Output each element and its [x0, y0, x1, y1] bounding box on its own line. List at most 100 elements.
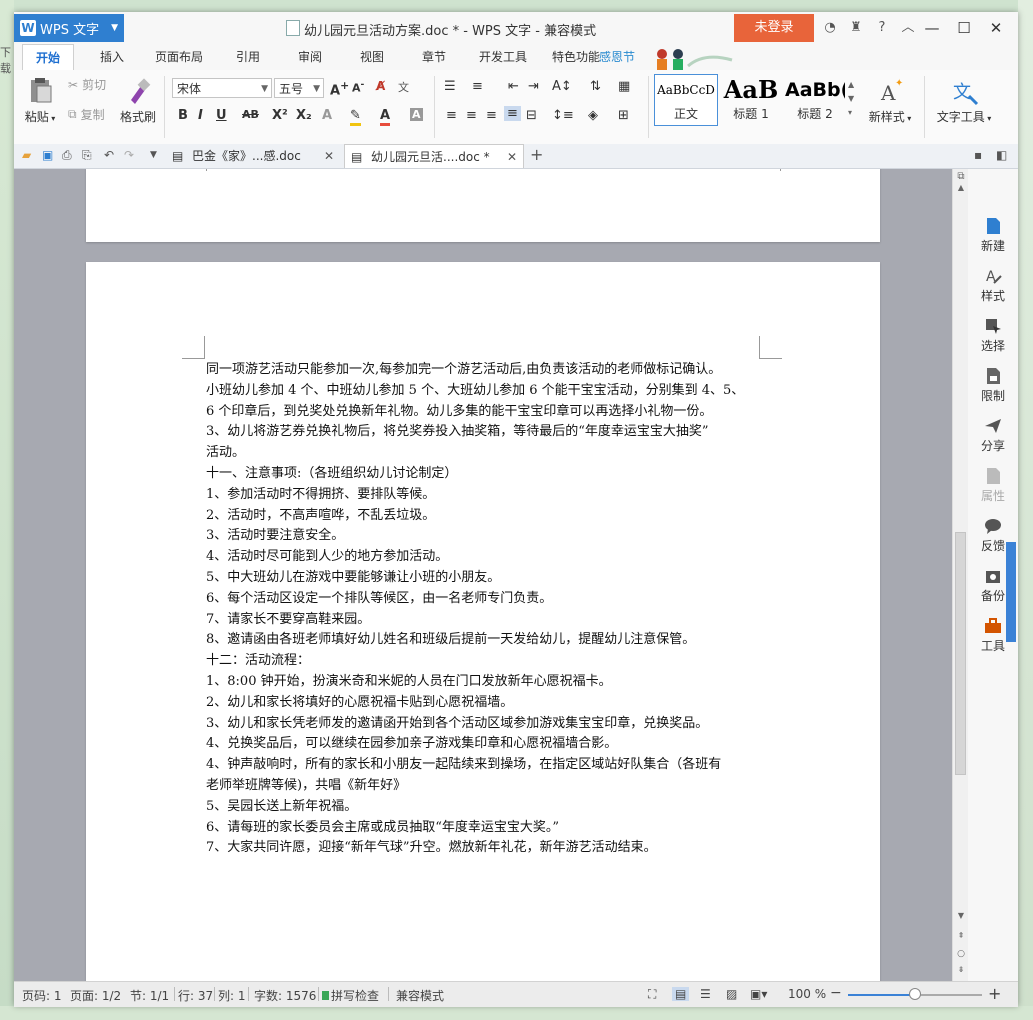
style-heading1[interactable]: AaB 标题 1: [720, 74, 782, 126]
status-pages[interactable]: 页面: 1/2: [70, 987, 121, 1004]
task-pane-collapse-handle[interactable]: [1006, 542, 1016, 642]
close-icon[interactable]: ✕: [507, 145, 517, 169]
document-page[interactable]: 同一项游艺活动只能参加一次,每参加完一个游艺活动后,由负责该活动的老师做标记确认…: [86, 262, 880, 981]
tab-view[interactable]: 视图: [352, 44, 392, 70]
fullscreen-icon[interactable]: ⛶: [648, 987, 656, 1002]
decrease-indent-icon[interactable]: ⇤: [508, 79, 519, 94]
char-shading-icon[interactable]: A: [410, 108, 423, 121]
tab-chapter[interactable]: 章节: [414, 44, 454, 70]
status-words[interactable]: 字数: 1576: [254, 987, 316, 1004]
minimize-icon[interactable]: —: [916, 16, 948, 40]
task-share[interactable]: 分享: [968, 417, 1018, 454]
font-size-select[interactable]: 五号 ▼: [274, 78, 324, 98]
undo-icon[interactable]: ↶: [104, 148, 114, 162]
document-line[interactable]: 活动。: [206, 443, 766, 464]
increase-indent-icon[interactable]: ⇥: [528, 79, 539, 94]
underline-icon[interactable]: U: [216, 108, 227, 123]
cut-button[interactable]: ✂ 剪切: [68, 76, 106, 93]
superscript-icon[interactable]: X²: [272, 108, 288, 123]
app-menu-button[interactable]: W WPS 文字 ▼: [14, 14, 124, 42]
close-icon[interactable]: ✕: [980, 16, 1012, 40]
text-effect-icon[interactable]: A: [322, 108, 332, 123]
document-line[interactable]: 5、吴园长送上新年祝福。: [206, 797, 766, 818]
maximize-icon[interactable]: ☐: [948, 16, 980, 40]
task-select[interactable]: 选择: [968, 317, 1018, 354]
tab-developer[interactable]: 开发工具: [474, 44, 532, 70]
reading-view-icon[interactable]: ▣▾: [750, 987, 767, 1001]
scroll-up-icon[interactable]: ▲: [953, 183, 969, 192]
tab-home[interactable]: 开始: [22, 44, 74, 73]
open-icon[interactable]: ▰: [22, 148, 31, 162]
sort-icon[interactable]: ⇅: [590, 79, 601, 94]
page-view-icon[interactable]: ▤: [672, 987, 690, 1001]
redo-icon[interactable]: ↷: [124, 148, 134, 162]
browse-object-icon[interactable]: ○: [953, 949, 969, 959]
skin-icon[interactable]: ◔: [820, 18, 840, 38]
vertical-scrollbar[interactable]: ⧉ ▲ ▼ ⇞ ○ ⇟: [952, 169, 969, 981]
italic-icon[interactable]: I: [198, 108, 203, 123]
web-view-icon[interactable]: ▨: [726, 987, 737, 1001]
scroll-down-icon[interactable]: ▼: [953, 911, 969, 920]
document-line[interactable]: 1、8:00 钟开始，扮演米奇和米妮的人员在门口发放新年心愿祝福卡。: [206, 672, 766, 693]
document-line[interactable]: 6 个印章后，到兑奖处兑换新年礼物。幼儿多集的能干宝宝印章可以再选择小礼物一份。: [206, 402, 766, 423]
close-icon[interactable]: ✕: [324, 144, 334, 168]
bold-icon[interactable]: B: [178, 108, 188, 123]
style-heading2[interactable]: AaBb( 标题 2: [784, 74, 846, 126]
paste-button[interactable]: 粘贴 ▾: [20, 76, 60, 125]
document-line[interactable]: 3、幼儿和家长凭老师发的邀请函开始到各个活动区域参加游戏集宝宝印章，兑换奖品。: [206, 714, 766, 735]
new-style-button[interactable]: A ✦ 新样式 ▾: [862, 76, 918, 125]
tab-references[interactable]: 引用: [228, 44, 268, 70]
style-normal[interactable]: AaBbCcD 正文: [654, 74, 718, 126]
shrink-font-icon[interactable]: A-: [352, 79, 364, 95]
document-line[interactable]: 同一项游艺活动只能参加一次,每参加完一个游艺活动后,由负责该活动的老师做标记确认…: [206, 360, 766, 381]
line-spacing-icon[interactable]: ↕≡: [552, 108, 574, 123]
document-line[interactable]: 2、幼儿和家长将填好的心愿祝福卡贴到心愿祝福墙。: [206, 693, 766, 714]
clear-format-icon[interactable]: A̸: [376, 79, 385, 93]
outline-view-icon[interactable]: ☰: [700, 987, 711, 1001]
spell-check-toggle[interactable]: 拼写检查: [322, 987, 379, 1004]
highlight-icon[interactable]: ✎: [350, 108, 361, 126]
document-line[interactable]: 4、兑换奖品后，可以继续在园参加亲子游戏集印章和心愿祝福墙合影。: [206, 734, 766, 755]
zoom-out-icon[interactable]: −: [830, 985, 842, 1001]
borders-icon[interactable]: ⊞: [618, 108, 629, 123]
prev-page-icon[interactable]: ⇞: [953, 931, 969, 940]
document-line[interactable]: 7、请家长不要穿高鞋来园。: [206, 610, 766, 631]
document-line[interactable]: 6、每个活动区设定一个排队等候区，由一名老师专门负责。: [206, 589, 766, 610]
zoom-value[interactable]: 100 %: [788, 987, 826, 1001]
phonetic-icon[interactable]: 文: [398, 79, 409, 95]
document-line[interactable]: 十二：活动流程：: [206, 651, 766, 672]
print-icon[interactable]: ⎙: [62, 148, 72, 163]
subscript-icon[interactable]: X₂: [296, 108, 312, 123]
document-line[interactable]: 7、大家共同许愿，迎接“新年气球”升空。燃放新年礼花，新年游艺活动结束。: [206, 838, 766, 859]
document-line[interactable]: 3、幼儿将游艺券兑换礼物后，将兑奖券投入抽奖箱，等待最后的“年度幸运宝宝大抽奖”: [206, 422, 766, 443]
document-line[interactable]: 3、活动时要注意安全。: [206, 526, 766, 547]
zoom-slider-knob[interactable]: [909, 988, 921, 1000]
document-line[interactable]: 1、参加活动时不得拥挤、要排队等候。: [206, 485, 766, 506]
shirt-icon[interactable]: ♜: [846, 18, 866, 38]
document-line[interactable]: 4、钟声敲响时，所有的家长和小朋友一起陆续来到操场，在指定区域站好队集合（各班有: [206, 755, 766, 776]
strikethrough-icon[interactable]: AB: [242, 108, 259, 121]
document-line[interactable]: 2、活动时，不高声喧哗，不乱丢垃圾。: [206, 506, 766, 527]
zoom-in-icon[interactable]: +: [988, 984, 1001, 1003]
login-button[interactable]: 未登录: [734, 14, 814, 42]
tab-review[interactable]: 审阅: [290, 44, 330, 70]
status-page-code[interactable]: 页码: 1: [22, 987, 62, 1004]
copy-button[interactable]: ⧉ 复制: [68, 106, 105, 123]
tab-features[interactable]: 特色功能: [550, 44, 602, 70]
text-direction-icon[interactable]: A↕: [552, 79, 572, 94]
numbering-icon[interactable]: ≡: [472, 79, 483, 94]
justify-icon[interactable]: ≡: [504, 106, 521, 121]
print-preview-icon[interactable]: ⎘: [82, 148, 92, 163]
font-color-icon[interactable]: A: [380, 108, 391, 126]
scrollbar-thumb[interactable]: [955, 532, 966, 775]
grow-font-icon[interactable]: A+: [330, 79, 349, 98]
tab-list-icon[interactable]: ▪: [974, 148, 982, 162]
document-line[interactable]: 老师举班牌等候)，共唱《新年好》: [206, 776, 766, 797]
document-line[interactable]: 4、活动时尽可能到人少的地方参加活动。: [206, 547, 766, 568]
task-style[interactable]: A 样式: [968, 267, 1018, 304]
document-line[interactable]: 8、邀请函由各班老师填好幼儿姓名和班级后提前一天发给幼儿，提醒幼儿注意保管。: [206, 630, 766, 651]
align-center-icon[interactable]: ≡: [466, 108, 477, 123]
task-restrict[interactable]: 限制: [968, 367, 1018, 404]
quick-access-dropdown-icon[interactable]: ▼: [150, 150, 157, 160]
next-page-icon[interactable]: ⇟: [953, 965, 969, 974]
